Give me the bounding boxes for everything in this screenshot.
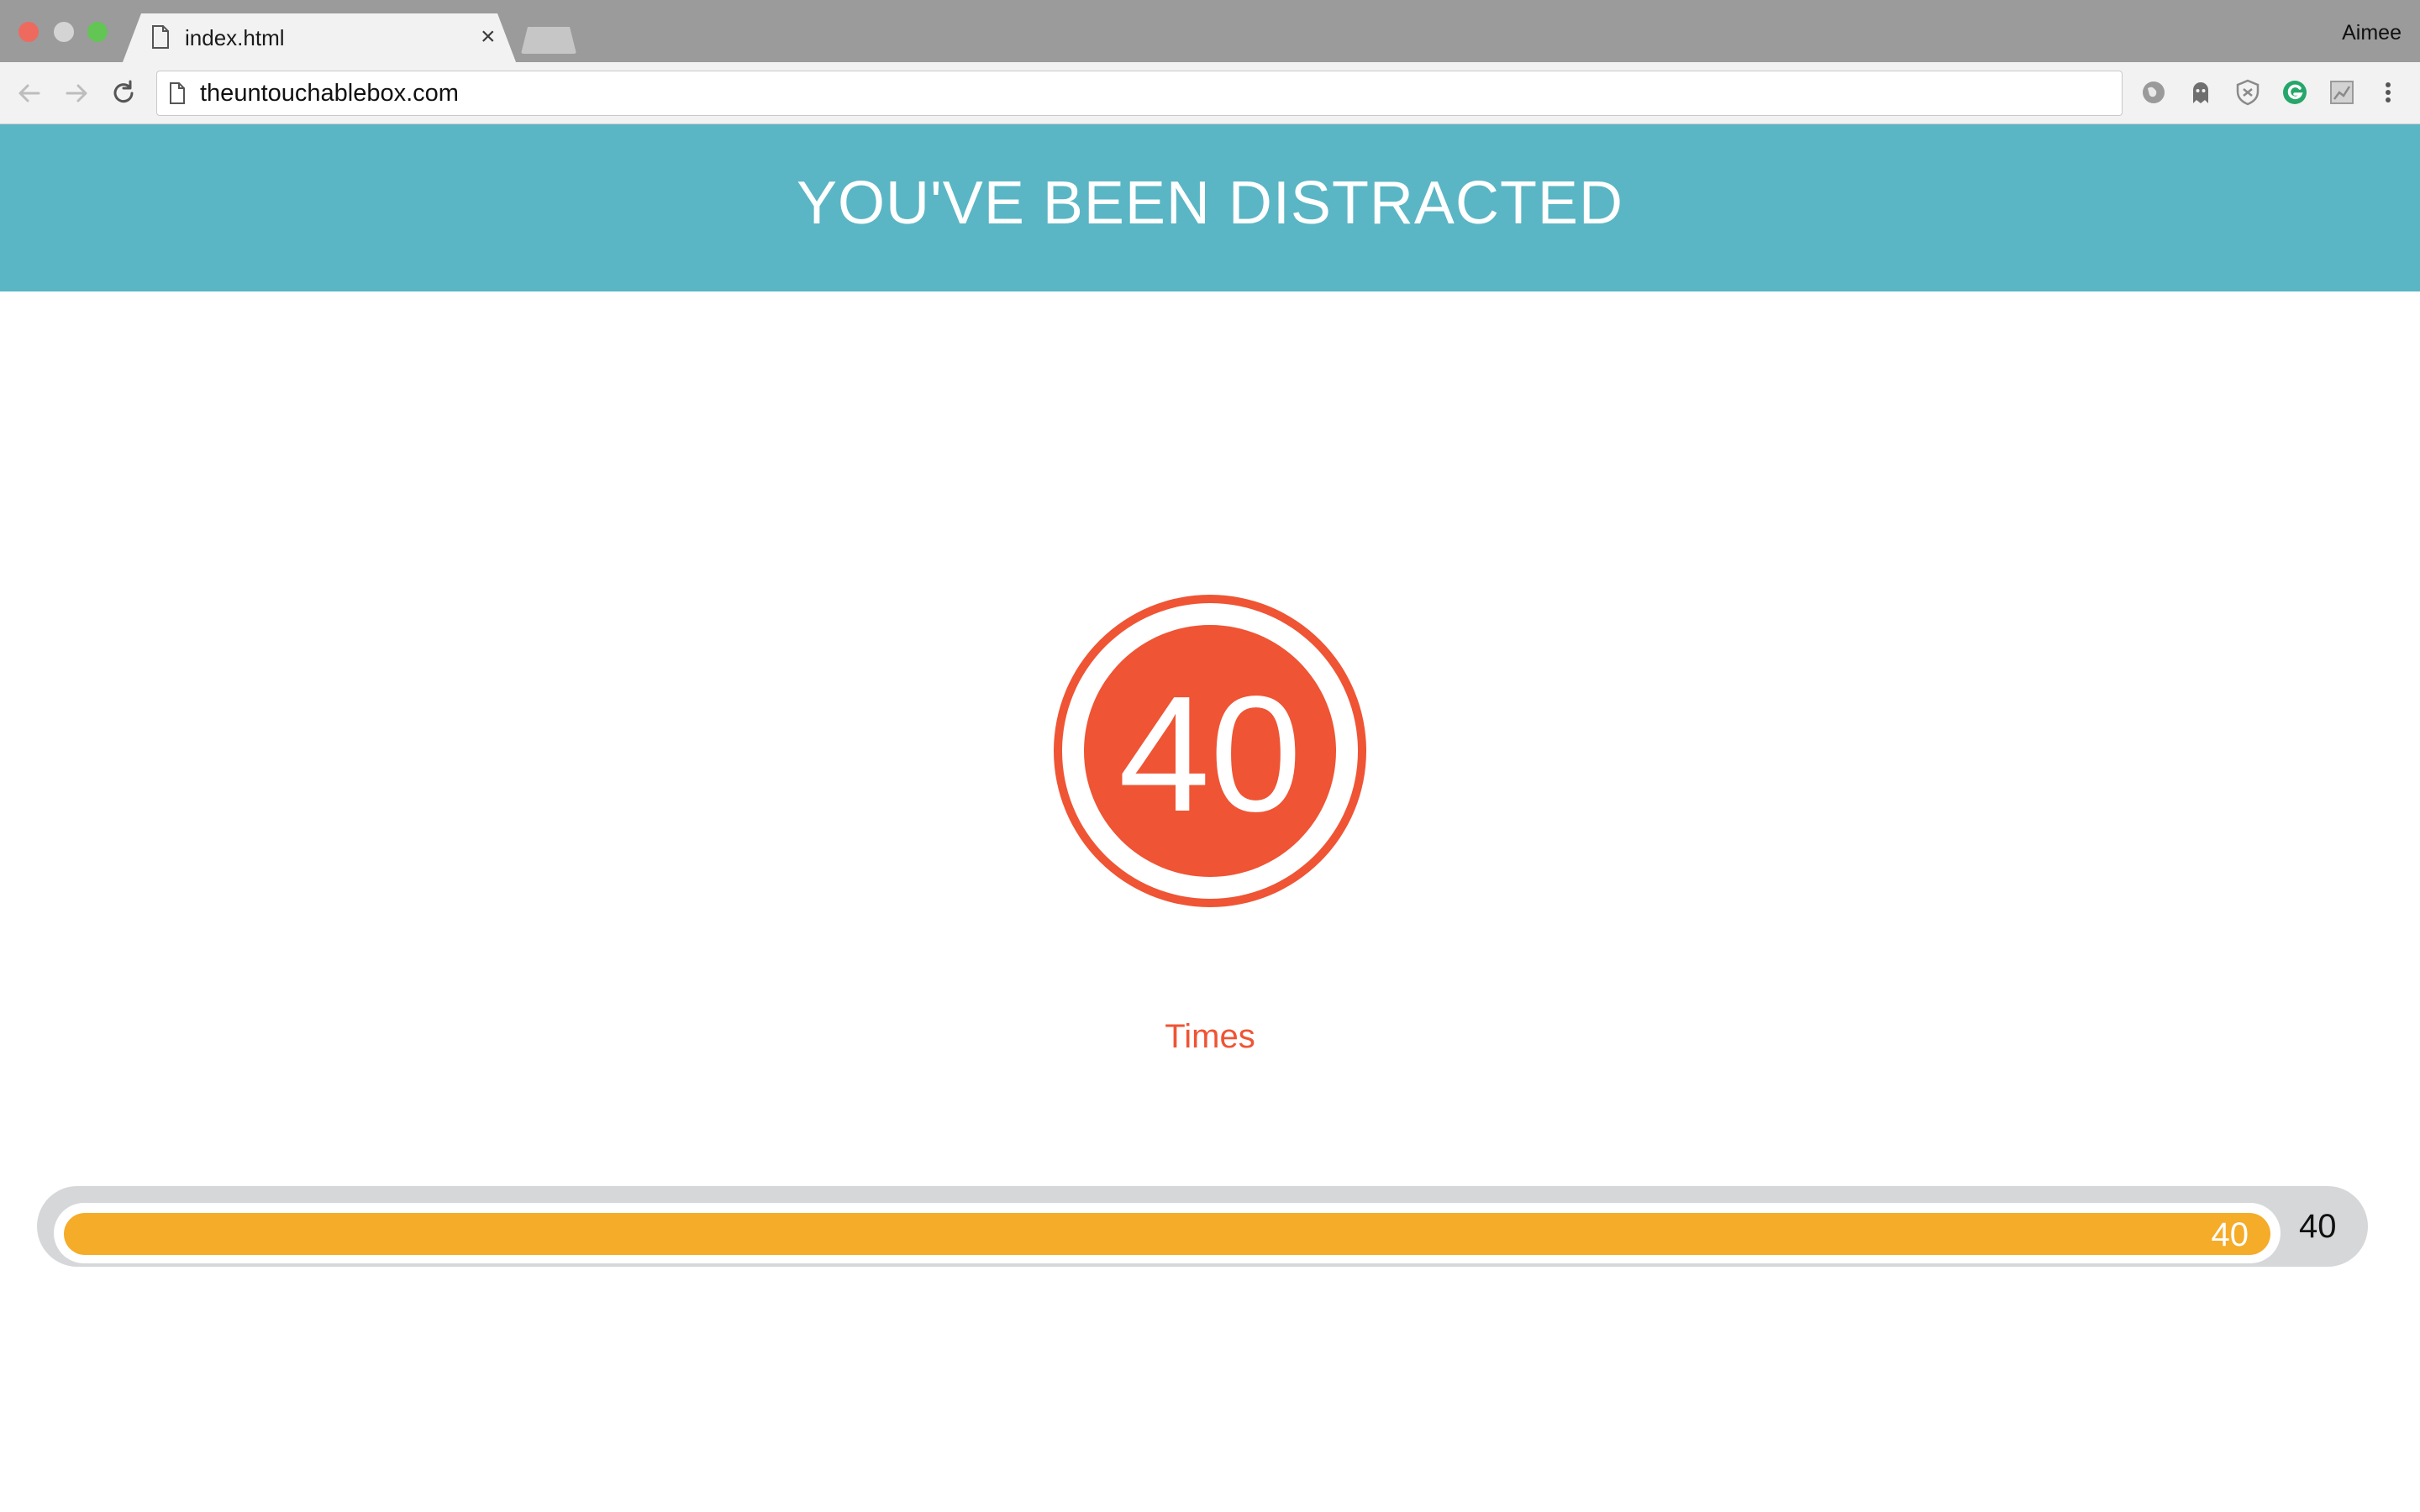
back-arrow-icon[interactable] [15, 79, 44, 108]
close-window-button[interactable] [18, 22, 39, 42]
new-tab-button[interactable] [521, 27, 576, 54]
ghost-icon[interactable] [2186, 78, 2215, 107]
tab-close-icon[interactable]: × [481, 24, 496, 50]
document-icon [152, 25, 169, 49]
minimize-window-button[interactable] [54, 22, 74, 42]
address-bar-url[interactable]: theuntouchablebox.com [200, 79, 459, 108]
maximize-window-button[interactable] [87, 22, 108, 42]
forward-arrow-icon[interactable] [62, 79, 91, 108]
progress-fill-label: 40 [2211, 1216, 2249, 1253]
progress-bar-fill: 40 [64, 1213, 2270, 1255]
browser-menu-icon[interactable] [2378, 78, 2398, 107]
page-info-icon[interactable] [168, 81, 187, 105]
chart-icon[interactable] [2328, 78, 2356, 107]
distraction-count: 40 [1118, 662, 1302, 846]
browser-tab-active[interactable] [123, 13, 516, 62]
grammarly-icon[interactable] [2281, 78, 2309, 107]
profile-name[interactable]: Aimee [2342, 20, 2402, 45]
shield-icon[interactable] [2233, 78, 2262, 107]
reload-icon[interactable] [109, 79, 138, 108]
globe-icon[interactable] [2139, 78, 2168, 107]
page-title: YOU'VE BEEN DISTRACTED [797, 170, 1623, 237]
distraction-count-label: Times [1165, 1018, 1255, 1055]
progress-value-label: 40 [2299, 1208, 2337, 1245]
tab-title: index.html [185, 25, 285, 50]
